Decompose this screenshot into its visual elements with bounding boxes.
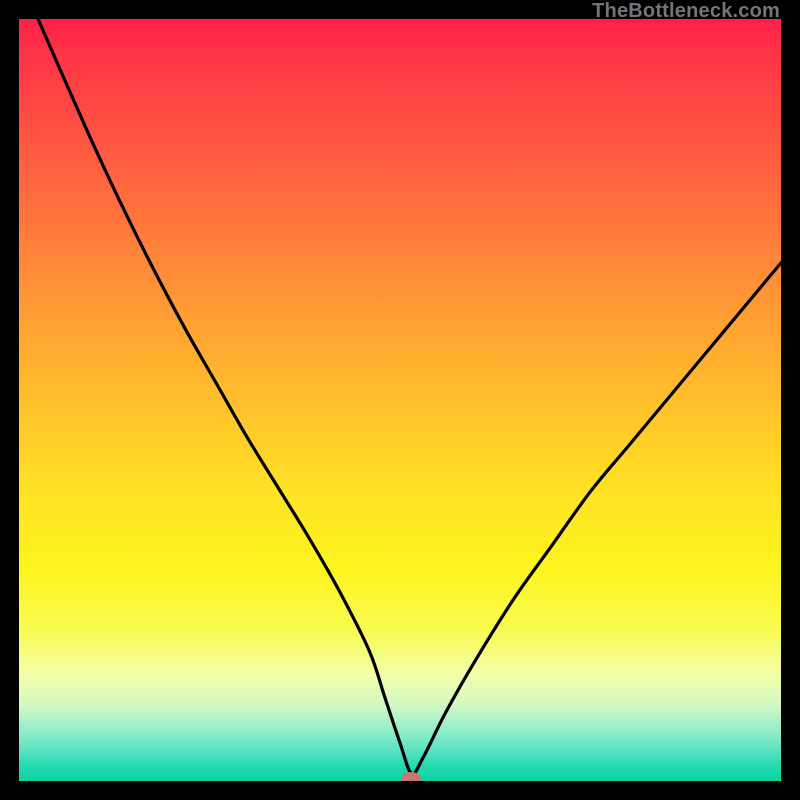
optimal-point-marker [401,772,421,781]
plot-area [19,19,781,781]
chart-frame: TheBottleneck.com [0,0,800,800]
background-gradient [19,19,781,781]
